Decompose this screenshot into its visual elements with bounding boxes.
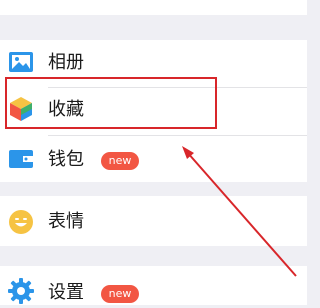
annotation-arrow [182, 146, 297, 277]
